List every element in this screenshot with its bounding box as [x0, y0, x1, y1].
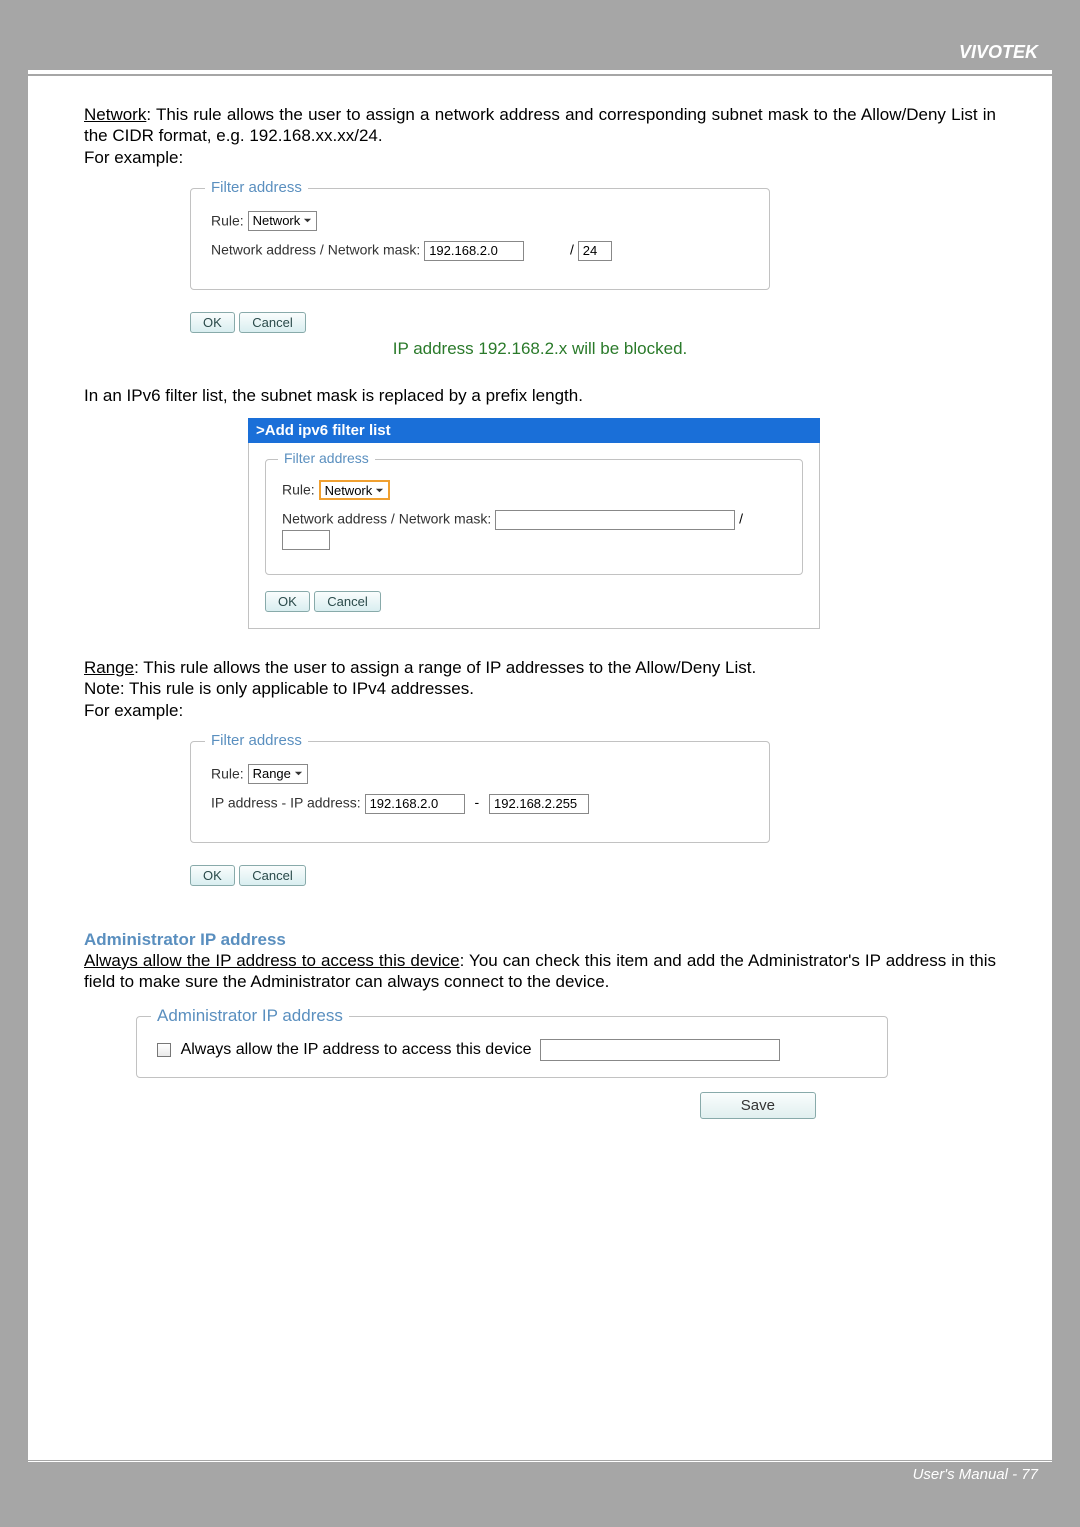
admin-heading: Administrator IP address: [84, 930, 996, 950]
ipv6-slash-separator: /: [739, 511, 743, 527]
blocked-caption: IP address 192.168.2.x will be blocked.: [84, 339, 996, 359]
range-addr-label: IP address - IP address:: [211, 794, 361, 810]
range-label: Range: [84, 658, 134, 677]
ipv6-ok-button[interactable]: OK: [265, 591, 310, 612]
ipv6-intro: In an IPv6 filter list, the subnet mask …: [84, 385, 996, 406]
brand-text: VIVOTEK: [959, 42, 1038, 62]
brand-header: VIVOTEK: [28, 40, 1052, 70]
admin-paragraph: Always allow the IP address to access th…: [84, 950, 996, 993]
rule-select-range-value: Range: [253, 766, 291, 781]
ipv6-cancel-button[interactable]: Cancel: [314, 591, 380, 612]
range-rule-label: Rule:: [211, 765, 244, 781]
ipv6-rule-value: Network: [325, 483, 373, 498]
filter-legend: Filter address: [205, 179, 308, 196]
ipv6-rule-select[interactable]: Network: [319, 480, 391, 500]
ipv6-filter-box: >Add ipv6 filter list Filter address Rul…: [248, 418, 820, 629]
page-footer: User's Manual - 77: [28, 1462, 1052, 1487]
network-label: Network: [84, 105, 146, 124]
ip-end-input[interactable]: 192.168.2.255: [489, 794, 589, 814]
footer-text: User's Manual - 77: [913, 1466, 1038, 1483]
range-ok-button[interactable]: OK: [190, 865, 235, 886]
range-note: Note: This rule is only applicable to IP…: [84, 678, 996, 699]
dash-separator: -: [474, 794, 479, 810]
rule-select-range[interactable]: Range: [248, 764, 308, 784]
range-desc: : This rule allows the user to assign a …: [134, 658, 756, 677]
network-example: For example:: [84, 147, 996, 168]
always-allow-label: Always allow the IP address to access th…: [181, 1041, 532, 1058]
network-mask-input[interactable]: 24: [578, 241, 612, 261]
addr-label: Network address / Network mask:: [211, 241, 420, 257]
filter-address-box-range: Filter address Rule: Range IP address - …: [190, 741, 770, 843]
rule-select-value: Network: [253, 213, 301, 228]
network-address-input[interactable]: 192.168.2.0: [424, 241, 524, 261]
network-desc: : This rule allows the user to assign a …: [84, 105, 996, 145]
rule-select-network[interactable]: Network: [248, 211, 318, 231]
ipv6-header: >Add ipv6 filter list: [248, 418, 820, 443]
slash-separator: /: [570, 241, 574, 257]
dropdown-icon: [303, 216, 312, 225]
network-paragraph: Network: This rule allows the user to as…: [84, 104, 996, 147]
filter-address-box-network: Filter address Rule: Network Network add…: [190, 188, 770, 290]
range-paragraph: Range: This rule allows the user to assi…: [84, 657, 996, 678]
ipv6-address-input[interactable]: [495, 510, 735, 530]
admin-box-legend: Administrator IP address: [151, 1006, 349, 1026]
ok-button[interactable]: OK: [190, 312, 235, 333]
ipv6-rule-label: Rule:: [282, 482, 315, 498]
dropdown-icon: [375, 486, 384, 495]
ip-start-input[interactable]: 192.168.2.0: [365, 794, 465, 814]
cancel-button[interactable]: Cancel: [239, 312, 305, 333]
dropdown-icon: [294, 769, 303, 778]
ipv6-addr-label: Network address / Network mask:: [282, 511, 491, 527]
range-cancel-button[interactable]: Cancel: [239, 865, 305, 886]
footer-divider: [28, 1460, 1052, 1461]
admin-always-label: Always allow the IP address to access th…: [84, 951, 460, 970]
admin-ip-box: Administrator IP address Always allow th…: [136, 1016, 888, 1078]
save-button[interactable]: Save: [700, 1092, 816, 1119]
range-example: For example:: [84, 700, 996, 721]
rule-label: Rule:: [211, 212, 244, 228]
ipv6-prefix-input[interactable]: [282, 530, 330, 550]
ipv6-filter-legend: Filter address: [278, 450, 375, 466]
filter-legend-range: Filter address: [205, 732, 308, 749]
always-allow-checkbox[interactable]: [157, 1043, 171, 1057]
admin-ip-input[interactable]: [540, 1039, 780, 1061]
